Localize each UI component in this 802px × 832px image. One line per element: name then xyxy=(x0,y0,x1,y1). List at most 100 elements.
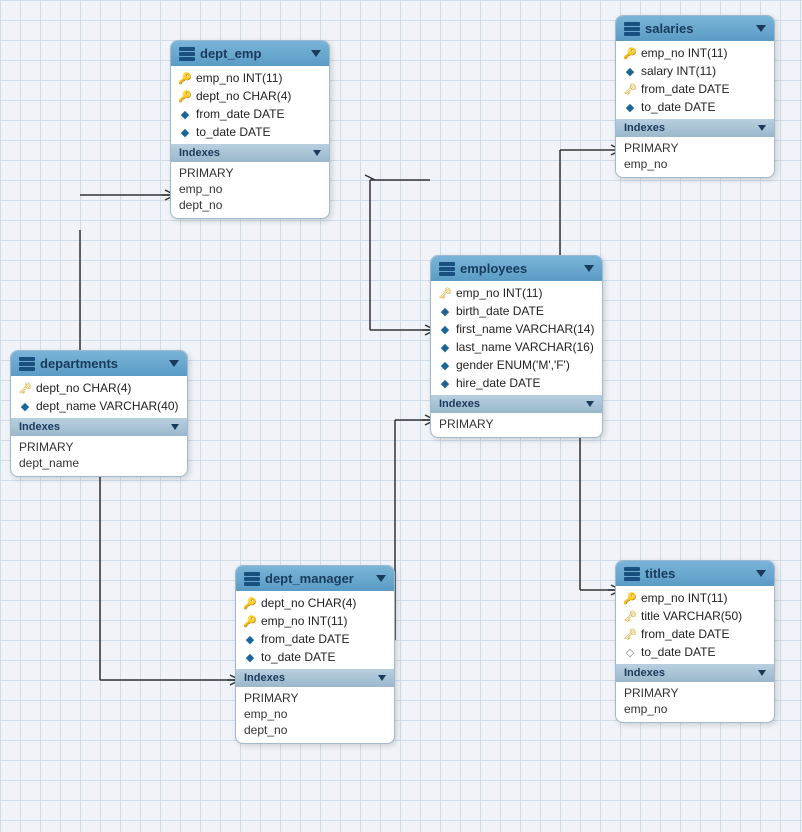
field-text: birth_date DATE xyxy=(456,304,544,318)
field-text: to_date DATE xyxy=(641,100,715,114)
key-yellow-icon: 🗝 xyxy=(624,83,636,95)
table-salaries: salaries 🔑 emp_no INT(11) ◆ salary INT(1… xyxy=(615,15,775,178)
field-row: ◆ hire_date DATE xyxy=(431,374,602,392)
field-text: dept_no CHAR(4) xyxy=(261,596,356,610)
indexes-arrow[interactable] xyxy=(313,150,321,156)
collapse-arrow[interactable] xyxy=(169,360,179,367)
db-icon xyxy=(439,262,455,276)
diamond-blue-icon: ◆ xyxy=(19,400,31,412)
key-yellow-icon: 🗝 xyxy=(19,382,31,394)
indexes-list-salaries: PRIMARYemp_no xyxy=(616,137,774,177)
table-employees: employees 🗝 emp_no INT(11) ◆ birth_date … xyxy=(430,255,603,438)
field-row: 🗝 emp_no INT(11) xyxy=(431,284,602,302)
db-icon xyxy=(624,567,640,581)
field-text: emp_no INT(11) xyxy=(456,286,542,300)
table-header-salaries: salaries xyxy=(616,16,774,41)
field-text: dept_name VARCHAR(40) xyxy=(36,399,179,413)
collapse-arrow[interactable] xyxy=(756,570,766,577)
index-row: dept_no xyxy=(244,722,386,738)
diamond-white-icon: ◇ xyxy=(624,646,636,658)
diamond-blue-icon: ◆ xyxy=(624,101,636,113)
field-text: gender ENUM('M','F') xyxy=(456,358,570,372)
table-name-titles: titles xyxy=(645,566,675,581)
key-red-icon: 🔑 xyxy=(624,592,636,604)
key-red-icon: 🔑 xyxy=(244,615,256,627)
field-text: last_name VARCHAR(16) xyxy=(456,340,594,354)
key-red-icon: 🔑 xyxy=(179,72,191,84)
indexes-arrow[interactable] xyxy=(758,670,766,676)
table-fields-departments: 🗝 dept_no CHAR(4) ◆ dept_name VARCHAR(40… xyxy=(11,376,187,418)
table-titles: titles 🔑 emp_no INT(11) 🗝 title VARCHAR(… xyxy=(615,560,775,723)
diamond-blue-icon: ◆ xyxy=(439,359,451,371)
indexes-label: Indexes xyxy=(439,398,480,410)
index-row: PRIMARY xyxy=(624,685,766,701)
key-red-icon: 🔑 xyxy=(624,47,636,59)
diamond-blue-icon: ◆ xyxy=(179,108,191,120)
field-row: ◆ first_name VARCHAR(14) xyxy=(431,320,602,338)
table-name-employees: employees xyxy=(460,261,527,276)
indexes-arrow[interactable] xyxy=(758,125,766,131)
table-fields-dept_manager: 🔑 dept_no CHAR(4) 🔑 emp_no INT(11) ◆ fro… xyxy=(236,591,394,669)
indexes-label: Indexes xyxy=(624,122,665,134)
indexes-arrow[interactable] xyxy=(378,675,386,681)
field-row: ◆ from_date DATE xyxy=(236,630,394,648)
table-name-dept_manager: dept_manager xyxy=(265,571,354,586)
indexes-arrow[interactable] xyxy=(586,401,594,407)
diamond-blue-icon: ◆ xyxy=(439,305,451,317)
db-icon xyxy=(179,47,195,61)
table-dept_emp: dept_emp 🔑 emp_no INT(11) 🔑 dept_no CHAR… xyxy=(170,40,330,219)
field-text: dept_no CHAR(4) xyxy=(196,89,291,103)
indexes-label: Indexes xyxy=(624,667,665,679)
index-row: emp_no xyxy=(179,181,321,197)
table-header-employees: employees xyxy=(431,256,602,281)
collapse-arrow[interactable] xyxy=(756,25,766,32)
table-header-dept_emp: dept_emp xyxy=(171,41,329,66)
field-row: 🔑 emp_no INT(11) xyxy=(616,44,774,62)
index-row: PRIMARY xyxy=(439,416,594,432)
table-dept_manager: dept_manager 🔑 dept_no CHAR(4) 🔑 emp_no … xyxy=(235,565,395,744)
index-row: emp_no xyxy=(244,706,386,722)
diamond-blue-icon: ◆ xyxy=(624,65,636,77)
indexes-label: Indexes xyxy=(19,421,60,433)
field-text: from_date DATE xyxy=(196,107,284,121)
indexes-list-employees: PRIMARY xyxy=(431,413,602,437)
field-row: ◆ to_date DATE xyxy=(171,123,329,141)
collapse-arrow[interactable] xyxy=(311,50,321,57)
index-row: PRIMARY xyxy=(179,165,321,181)
collapse-arrow[interactable] xyxy=(376,575,386,582)
key-yellow-icon: 🗝 xyxy=(439,287,451,299)
indexes-arrow[interactable] xyxy=(171,424,179,430)
diamond-blue-icon: ◆ xyxy=(244,651,256,663)
diamond-blue-icon: ◆ xyxy=(439,377,451,389)
field-row: 🔑 emp_no INT(11) xyxy=(616,589,774,607)
field-text: hire_date DATE xyxy=(456,376,541,390)
table-fields-salaries: 🔑 emp_no INT(11) ◆ salary INT(11) 🗝 from… xyxy=(616,41,774,119)
collapse-arrow[interactable] xyxy=(584,265,594,272)
table-header-titles: titles xyxy=(616,561,774,586)
field-row: ◆ salary INT(11) xyxy=(616,62,774,80)
index-row: emp_no xyxy=(624,701,766,717)
index-row: dept_no xyxy=(179,197,321,213)
field-row: ◆ to_date DATE xyxy=(236,648,394,666)
indexes-header-salaries: Indexes xyxy=(616,119,774,137)
field-text: to_date DATE xyxy=(196,125,270,139)
field-row: 🗝 from_date DATE xyxy=(616,625,774,643)
diamond-blue-icon: ◆ xyxy=(439,323,451,335)
field-row: ◇ to_date DATE xyxy=(616,643,774,661)
diamond-blue-icon: ◆ xyxy=(179,126,191,138)
table-name-dept_emp: dept_emp xyxy=(200,46,261,61)
field-row: ◆ from_date DATE xyxy=(171,105,329,123)
indexes-label: Indexes xyxy=(179,147,220,159)
field-text: emp_no INT(11) xyxy=(196,71,282,85)
key-red-icon: 🔑 xyxy=(244,597,256,609)
db-icon xyxy=(624,22,640,36)
field-text: emp_no INT(11) xyxy=(261,614,347,628)
key-yellow-icon: 🗝 xyxy=(624,628,636,640)
index-row: dept_name xyxy=(19,455,179,471)
indexes-header-departments: Indexes xyxy=(11,418,187,436)
table-name-departments: departments xyxy=(40,356,118,371)
field-row: ◆ to_date DATE xyxy=(616,98,774,116)
field-text: emp_no INT(11) xyxy=(641,46,727,60)
field-row: 🗝 dept_no CHAR(4) xyxy=(11,379,187,397)
indexes-header-dept_emp: Indexes xyxy=(171,144,329,162)
